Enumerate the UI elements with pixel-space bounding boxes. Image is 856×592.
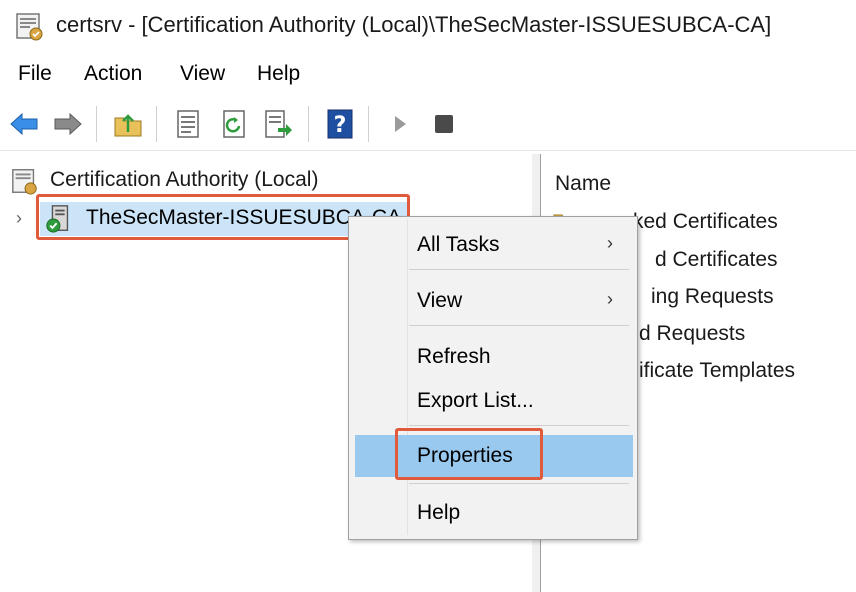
menu-item-label: Export List... xyxy=(417,389,534,412)
list-item-label: ing Requests xyxy=(651,285,774,308)
back-arrow-icon[interactable] xyxy=(8,108,40,140)
tree-root-label: Certification Authority (Local) xyxy=(50,168,319,191)
menu-item-export-list[interactable]: Export List... xyxy=(353,381,633,421)
menu-file[interactable]: File xyxy=(18,62,52,86)
submenu-arrow-icon: › xyxy=(607,289,613,309)
window-title: certsrv - [Certification Authority (Loca… xyxy=(56,12,772,37)
certification-authority-icon xyxy=(12,169,37,195)
list-item-label: ificate Templates xyxy=(639,359,796,382)
menu-separator xyxy=(409,325,629,326)
help-icon[interactable]: ? xyxy=(324,108,356,140)
menu-separator xyxy=(409,425,629,426)
menu-help[interactable]: Help xyxy=(257,62,300,86)
highlight-box-properties xyxy=(395,428,543,480)
up-folder-icon[interactable] xyxy=(112,108,144,140)
context-menu-gutter xyxy=(407,219,408,535)
menu-item-all-tasks[interactable]: All Tasks › xyxy=(353,225,633,265)
list-item-label: d Certificates xyxy=(655,248,778,271)
menu-item-help[interactable]: Help xyxy=(353,493,633,533)
export-list-icon[interactable] xyxy=(262,108,294,140)
refresh-icon[interactable] xyxy=(218,108,250,140)
menu-separator xyxy=(409,269,629,270)
forward-arrow-icon[interactable] xyxy=(52,108,84,140)
toolbar-separator xyxy=(96,106,97,142)
menu-view[interactable]: View xyxy=(180,62,225,86)
list-item-label: ked Certificates xyxy=(633,210,778,233)
start-service-icon[interactable] xyxy=(384,108,416,140)
certsrv-app-icon xyxy=(16,13,43,41)
toolbar-separator xyxy=(368,106,369,142)
menu-item-view[interactable]: View › xyxy=(353,281,633,321)
stop-service-icon[interactable] xyxy=(428,108,460,140)
toolbar: ? xyxy=(0,100,856,148)
menu-bar: File Action View Help xyxy=(0,62,856,94)
menu-item-label: View xyxy=(417,289,463,312)
toolbar-divider xyxy=(0,150,856,151)
svg-text:?: ? xyxy=(334,113,347,138)
expand-chevron-icon[interactable]: › xyxy=(16,208,22,229)
submenu-arrow-icon: › xyxy=(607,233,613,253)
context-menu: All Tasks › View › Refresh Export List..… xyxy=(348,216,638,540)
title-bar: certsrv - [Certification Authority (Loca… xyxy=(0,0,856,52)
menu-action[interactable]: Action xyxy=(84,62,142,86)
toolbar-separator xyxy=(308,106,309,142)
toolbar-separator xyxy=(156,106,157,142)
column-header-name[interactable]: Name xyxy=(555,172,611,196)
properties-sheet-icon[interactable] xyxy=(172,108,204,140)
list-item-label: d Requests xyxy=(639,322,746,345)
menu-item-label: Refresh xyxy=(417,345,491,368)
menu-separator xyxy=(409,483,629,484)
menu-item-label: All Tasks xyxy=(417,233,500,256)
menu-item-refresh[interactable]: Refresh xyxy=(353,337,633,377)
menu-item-label: Help xyxy=(417,501,461,524)
